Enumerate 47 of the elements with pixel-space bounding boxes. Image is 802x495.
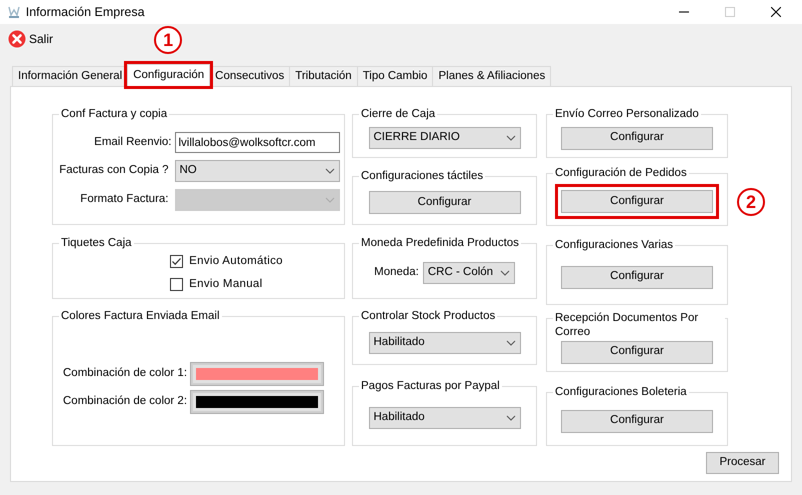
group-title: Configuraciones Varias [553, 238, 676, 252]
group-title: Configuraciones Boleteria [553, 385, 689, 399]
configure-button[interactable]: Configurar [368, 191, 520, 214]
callout-marker: 1 [154, 26, 182, 54]
group-title: Configuraciones táctiles [359, 169, 486, 183]
field-label: Facturas con Copia ? [58, 163, 170, 178]
configure-button[interactable]: Configurar [561, 126, 713, 150]
group-title: Configuración de Pedidos [553, 166, 689, 180]
chevron-down-icon [506, 135, 516, 141]
checkbox-option[interactable]: Envio Automático [170, 252, 283, 270]
chevron-down-icon [500, 270, 510, 276]
app-logo-icon [8, 5, 20, 19]
email-field[interactable]: lvillalobos@wolksoftcr.com [174, 132, 340, 153]
checkbox[interactable] [170, 254, 184, 268]
configure-button[interactable]: Configurar [561, 340, 713, 364]
dropdown[interactable]: Habilitado [368, 332, 520, 354]
dropdown[interactable]: CRC - Colón [422, 262, 515, 284]
chevron-down-icon [506, 415, 516, 421]
field-label: Combinación de color 2: [63, 394, 188, 410]
chevron-down-icon [324, 197, 334, 203]
chevron-down-icon [506, 340, 516, 346]
group-title: Conf Factura y copia [59, 107, 170, 121]
dropdown[interactable]: CIERRE DIARIO [368, 127, 520, 149]
tab[interactable]: Planes & Afiliaciones [432, 66, 552, 86]
checkbox[interactable] [170, 278, 184, 292]
field-label: Email Reenvio: [93, 134, 172, 150]
field-label: Combinación de color 1: [63, 366, 188, 382]
configure-button[interactable]: Configurar [561, 266, 713, 288]
configure-button[interactable]: Configurar [561, 410, 713, 432]
close-icon[interactable] [771, 7, 782, 17]
color-swatch-field[interactable] [191, 391, 323, 413]
close-icon [8, 30, 26, 48]
callout-marker: 2 [737, 188, 765, 216]
process-button[interactable]: Procesar [706, 452, 779, 474]
exit-button[interactable]: Salir [8, 30, 54, 48]
window-title: Información Empresa [26, 4, 145, 21]
field-label: Formato Factura: [79, 192, 170, 208]
field-label: Moneda: [374, 265, 419, 280]
group-title: Cierre de Caja [359, 107, 438, 121]
group-title: Pagos Facturas por Paypal [359, 379, 502, 393]
color-swatch-field[interactable] [191, 363, 323, 385]
group-title: Tiquetes Caja [59, 236, 134, 250]
checkbox-option[interactable]: Envio Manual [170, 276, 262, 294]
chevron-down-icon [324, 168, 334, 174]
dropdown[interactable]: NO [174, 160, 340, 182]
tab[interactable]: Configuración [127, 64, 210, 86]
dropdown[interactable]: Habilitado [368, 407, 520, 429]
